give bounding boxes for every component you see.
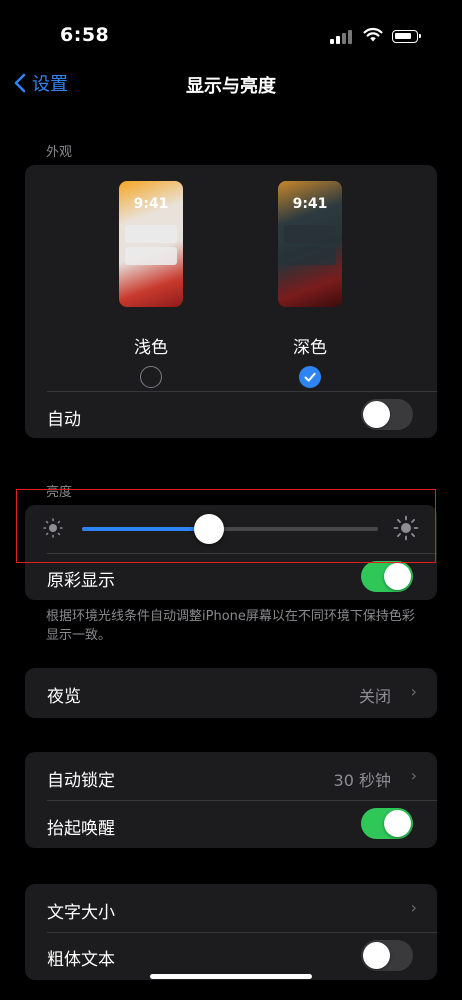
light-mode-radio[interactable] bbox=[140, 366, 162, 388]
appearance-section-label: 外观 bbox=[46, 145, 73, 160]
chevron-right-icon: › bbox=[410, 682, 417, 701]
text-card: 文字大小 › 粗体文本 bbox=[25, 884, 437, 980]
checkmark-icon bbox=[304, 372, 316, 382]
auto-lock-label: 自动锁定 bbox=[47, 771, 115, 791]
status-time: 6:58 bbox=[60, 24, 110, 46]
night-shift-row[interactable]: 夜览 关闭 › bbox=[25, 668, 437, 718]
wifi-icon bbox=[363, 27, 383, 42]
true-tone-toggle[interactable] bbox=[361, 561, 413, 592]
true-tone-footnote: 根据环境光线条件自动调整iPhone屏幕以在不同环境下保持色彩显示一致。 bbox=[46, 609, 415, 643]
auto-lock-row[interactable]: 自动锁定 30 秒钟 › bbox=[25, 752, 437, 800]
appearance-card: 9:41 浅色 9:41 深色 自动 bbox=[25, 165, 437, 438]
night-shift-label: 夜览 bbox=[47, 687, 81, 707]
chevron-right-icon: › bbox=[410, 766, 417, 785]
battery-icon bbox=[392, 30, 421, 43]
bold-text-label: 粗体文本 bbox=[47, 950, 115, 970]
dark-mode-option[interactable]: 9:41 深色 bbox=[278, 181, 342, 389]
auto-lock-value: 30 秒钟 bbox=[333, 771, 391, 790]
text-size-row[interactable]: 文字大小 › bbox=[25, 884, 437, 932]
home-indicator[interactable] bbox=[150, 974, 312, 979]
light-preview-time: 9:41 bbox=[133, 196, 169, 212]
dark-mode-label: 深色 bbox=[293, 338, 327, 358]
dark-mode-radio-selected[interactable] bbox=[299, 366, 321, 388]
text-size-label: 文字大小 bbox=[47, 903, 115, 923]
night-shift-value: 关闭 bbox=[358, 687, 391, 706]
auto-appearance-toggle[interactable] bbox=[361, 399, 413, 430]
cellular-signal-icon bbox=[330, 30, 356, 44]
raise-to-wake-label: 抬起唤醒 bbox=[47, 819, 115, 839]
bold-text-toggle[interactable] bbox=[361, 940, 413, 971]
dark-preview-image: 9:41 bbox=[278, 181, 342, 307]
lock-card: 自动锁定 30 秒钟 › 抬起唤醒 bbox=[25, 752, 437, 848]
raise-to-wake-toggle[interactable] bbox=[361, 808, 413, 839]
true-tone-label: 原彩显示 bbox=[47, 571, 115, 591]
light-preview-image: 9:41 bbox=[119, 181, 183, 307]
page-title: 显示与亮度 bbox=[186, 76, 276, 97]
chevron-right-icon: › bbox=[410, 898, 417, 917]
light-mode-label: 浅色 bbox=[134, 338, 168, 358]
dark-preview-time: 9:41 bbox=[292, 196, 328, 212]
auto-appearance-label: 自动 bbox=[47, 410, 81, 430]
brightness-highlight-box bbox=[16, 489, 436, 563]
light-mode-option[interactable]: 9:41 浅色 bbox=[119, 181, 183, 389]
